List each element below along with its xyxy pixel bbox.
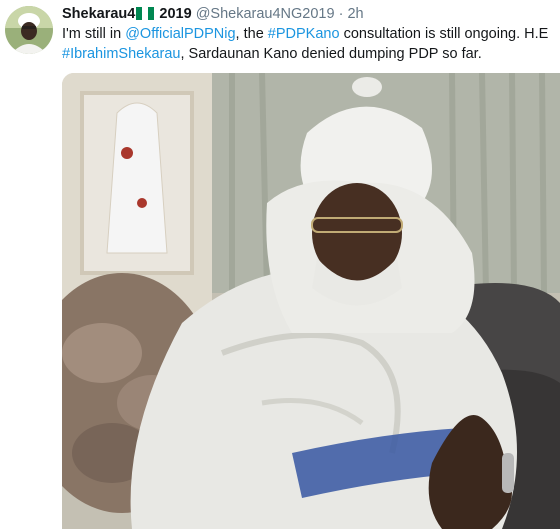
tweet-header: Shekarau4 2019 @Shekarau4NG2019 · 2h: [62, 4, 554, 26]
text-segment: consultation is still ongoing. H.E: [339, 26, 549, 42]
avatar-image: [5, 6, 53, 54]
name-suffix[interactable]: 2019: [155, 6, 191, 22]
user-handle[interactable]: @Shekarau4NG2019: [196, 6, 335, 22]
text-segment: I'm still in: [62, 26, 126, 42]
photo-image: [62, 73, 560, 529]
tweet-text: I'm still in @OfficialPDPNig, the #PDPKa…: [62, 24, 554, 64]
nigeria-flag-icon: [136, 6, 155, 26]
text-segment: , Sardaunan Kano denied dumping PDP so f…: [180, 46, 482, 62]
separator-dot: ·: [334, 6, 348, 22]
mention-link[interactable]: @OfficialPDPNig: [125, 26, 235, 42]
tweet-photo[interactable]: [62, 73, 560, 529]
text-segment: , the: [235, 26, 268, 42]
display-name[interactable]: Shekarau4: [62, 6, 135, 22]
tweet-timestamp[interactable]: 2h: [347, 6, 363, 22]
hashtag-link-pdpkano[interactable]: #PDPKano: [268, 26, 340, 42]
user-avatar[interactable]: [5, 6, 53, 54]
hashtag-link-ibrahimshekarau[interactable]: #IbrahimShekarau: [62, 46, 181, 62]
